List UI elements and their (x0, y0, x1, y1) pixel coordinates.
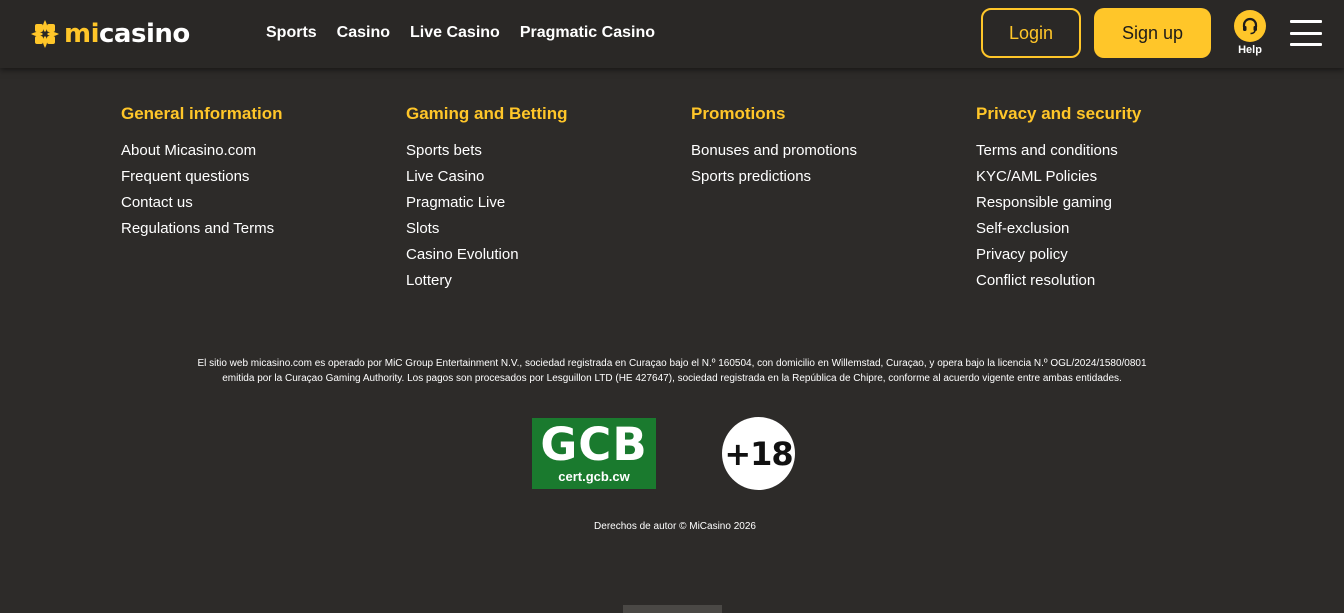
footer-col-title: Privacy and security (976, 104, 1142, 123)
footer-columns: General information About Micasino.com F… (121, 104, 1261, 294)
footer-col-promotions: Promotions Bonuses and promotions Sports… (691, 104, 976, 294)
footer-link[interactable]: Privacy policy (976, 246, 1068, 263)
footer-col-privacy: Privacy and security Terms and condition… (976, 104, 1261, 294)
footer-link[interactable]: Live Casino (406, 168, 484, 185)
site-logo[interactable]: micasino (30, 17, 190, 51)
footer-col-gaming: Gaming and Betting Sports bets Live Casi… (406, 104, 691, 294)
logo-wordmark: micasino (64, 17, 190, 51)
nav-live-casino[interactable]: Live Casino (410, 22, 500, 44)
footer-col-general: General information About Micasino.com F… (121, 104, 406, 294)
help-button[interactable]: Help (1230, 10, 1270, 58)
legal-line-1: El sitio web micasino.com es operado por… (197, 358, 1147, 369)
footer-link[interactable]: Terms and conditions (976, 142, 1118, 159)
four-petal-logo-icon (31, 20, 59, 48)
login-button[interactable]: Login (981, 8, 1081, 58)
legal-line-2: emitida por la Curaçao Gaming Authority.… (222, 373, 1122, 384)
site-header: micasino Sports Casino Live Casino Pragm… (0, 0, 1344, 68)
main-nav: Sports Casino Live Casino Pragmatic Casi… (266, 22, 655, 44)
footer-col-title: Gaming and Betting (406, 104, 568, 123)
bottom-scroll-tab (623, 605, 722, 613)
logo-casino: casino (99, 19, 190, 49)
headset-icon (1234, 10, 1266, 42)
footer-link[interactable]: Sports bets (406, 142, 482, 159)
footer-link[interactable]: KYC/AML Policies (976, 168, 1097, 185)
footer-link[interactable]: Contact us (121, 194, 193, 211)
nav-pragmatic-casino[interactable]: Pragmatic Casino (520, 22, 655, 44)
footer-link[interactable]: Responsible gaming (976, 194, 1112, 211)
footer-link[interactable]: Sports predictions (691, 168, 811, 185)
footer-link[interactable]: Frequent questions (121, 168, 249, 185)
signup-button[interactable]: Sign up (1094, 8, 1211, 58)
gcb-license-badge[interactable]: GCB cert.gcb.cw (532, 418, 656, 489)
footer-col-title: Promotions (691, 104, 786, 123)
footer-link[interactable]: Regulations and Terms (121, 220, 274, 237)
gcb-badge-title: GCB (540, 418, 648, 471)
footer-link[interactable]: Conflict resolution (976, 272, 1095, 289)
footer-link[interactable]: Slots (406, 220, 439, 237)
help-label: Help (1238, 44, 1262, 56)
footer-link[interactable]: Lottery (406, 272, 452, 289)
footer-link[interactable]: About Micasino.com (121, 142, 256, 159)
logo-mi: mi (64, 19, 100, 49)
age-restriction-badge: +18 (722, 417, 795, 490)
footer-col-title: General information (121, 104, 283, 123)
footer-link[interactable]: Self-exclusion (976, 220, 1069, 237)
footer-link[interactable]: Bonuses and promotions (691, 142, 857, 159)
nav-casino[interactable]: Casino (337, 22, 390, 44)
copyright-text: Derechos de autor © MiCasino 2026 (594, 521, 756, 532)
hamburger-menu-icon[interactable] (1290, 20, 1322, 46)
legal-disclaimer: El sitio web micasino.com es operado por… (120, 356, 1224, 386)
nav-sports[interactable]: Sports (266, 22, 317, 44)
gcb-badge-url: cert.gcb.cw (558, 469, 630, 484)
footer-link[interactable]: Pragmatic Live (406, 194, 505, 211)
footer-link[interactable]: Casino Evolution (406, 246, 519, 263)
